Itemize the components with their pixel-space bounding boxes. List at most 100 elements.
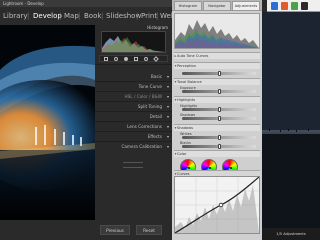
panel-divider bbox=[95, 64, 172, 65]
section-color[interactable]: ▾ Color bbox=[174, 150, 260, 157]
section-color-label: Color bbox=[177, 152, 187, 156]
chevron-down-icon: ▾ bbox=[174, 152, 177, 156]
panel-divider bbox=[95, 91, 172, 92]
section-tonal-balance[interactable]: ▾ Tonal Balance bbox=[174, 78, 260, 85]
panel-tone-curve[interactable]: Tone Curve bbox=[95, 83, 172, 90]
lr-bottom-bar: Previous Reset bbox=[0, 220, 172, 240]
status-bar: 1/5 Adjustments bbox=[262, 228, 320, 240]
grid-icon[interactable] bbox=[104, 57, 108, 61]
exposure-slider[interactable] bbox=[182, 89, 256, 94]
blacks-slider[interactable] bbox=[182, 144, 256, 149]
panel-divider bbox=[95, 81, 172, 82]
module-separator: | bbox=[27, 12, 30, 20]
photoshop-window: Histogram Navigator Adjustments ▸ Auto To… bbox=[172, 0, 320, 240]
develop-panel: Histogram Basic ▾ Tone Curve ▾ HSL / Col… bbox=[95, 25, 172, 220]
module-separator: | bbox=[136, 12, 139, 20]
module-separator: | bbox=[101, 12, 104, 20]
app-icon[interactable] bbox=[271, 2, 278, 10]
document-canvas[interactable] bbox=[262, 12, 320, 228]
slider-knob[interactable] bbox=[218, 135, 221, 140]
section-highlights[interactable]: ▾ Highlights bbox=[174, 96, 260, 103]
panel-lens-corrections[interactable]: Lens Corrections bbox=[95, 123, 172, 130]
module-print[interactable]: Print bbox=[141, 9, 157, 23]
section-auto-tone-curves-label: Auto Tone Curves bbox=[177, 54, 209, 58]
top-icon-bar bbox=[267, 0, 320, 12]
perception-slider[interactable] bbox=[182, 71, 256, 76]
module-separator: | bbox=[156, 12, 159, 20]
section-auto-tone-curves[interactable]: ▸ Auto Tone Curves bbox=[174, 52, 260, 59]
photo-canvas[interactable] bbox=[0, 25, 95, 220]
chevron-down-icon: ▾ bbox=[174, 98, 177, 102]
chevron-down-icon: ▾ bbox=[174, 80, 177, 84]
radial-filter-icon[interactable] bbox=[144, 57, 148, 61]
adjustment-brush-icon[interactable] bbox=[153, 56, 159, 62]
panel-end-ornament bbox=[123, 162, 143, 168]
tab-histogram[interactable]: Histogram bbox=[174, 1, 202, 10]
panel-divider bbox=[95, 131, 172, 132]
app-icon[interactable] bbox=[291, 2, 298, 10]
app-icon[interactable] bbox=[301, 2, 308, 10]
tool-strip bbox=[99, 55, 168, 62]
adjustments-sidebar: Histogram Navigator Adjustments ▸ Auto To… bbox=[172, 0, 262, 240]
tab-adjustments[interactable]: Adjustments bbox=[232, 1, 260, 10]
panel-hsl[interactable]: HSL / Color / B&W bbox=[95, 93, 172, 100]
color-wheel-marker[interactable] bbox=[188, 167, 190, 169]
chevron-down-icon: ▾ bbox=[166, 144, 169, 149]
slider-knob[interactable] bbox=[218, 71, 221, 76]
module-book[interactable]: Book bbox=[84, 9, 101, 23]
curves-plot bbox=[174, 176, 260, 234]
color-wheel-marker[interactable] bbox=[209, 167, 211, 169]
curves-graph[interactable] bbox=[174, 176, 260, 234]
slider-knob[interactable] bbox=[218, 116, 221, 121]
module-separator: | bbox=[78, 12, 81, 20]
window-title: Lightroom - Develop bbox=[0, 0, 172, 7]
app-icon[interactable] bbox=[281, 2, 288, 10]
photo-image bbox=[0, 25, 95, 220]
chevron-down-icon: ▾ bbox=[166, 74, 169, 79]
module-develop[interactable]: Develop bbox=[33, 9, 62, 23]
shadows-slider[interactable] bbox=[182, 116, 256, 121]
panel-divider bbox=[95, 111, 172, 112]
ps-histogram[interactable] bbox=[174, 13, 260, 49]
panel-split-toning[interactable]: Split Toning bbox=[95, 103, 172, 110]
red-eye-icon[interactable] bbox=[124, 57, 128, 61]
histogram-title: Histogram bbox=[147, 25, 168, 30]
section-highlights-label: Highlights bbox=[177, 98, 196, 102]
chevron-down-icon: ▾ bbox=[166, 134, 169, 139]
slider-knob[interactable] bbox=[218, 107, 221, 112]
chevron-down-icon: ▾ bbox=[166, 84, 169, 89]
canvas-image bbox=[262, 12, 320, 228]
panel-divider bbox=[95, 101, 172, 102]
reset-button[interactable]: Reset bbox=[136, 225, 162, 235]
previous-button[interactable]: Previous bbox=[100, 225, 130, 235]
module-web[interactable]: Web bbox=[160, 9, 172, 23]
module-map[interactable]: Map bbox=[64, 9, 79, 23]
lightroom-window: Lightroom - Develop Library | Develop | … bbox=[0, 0, 172, 240]
panel-effects[interactable]: Effects bbox=[95, 133, 172, 140]
panel-divider bbox=[95, 121, 172, 122]
tab-navigator[interactable]: Navigator bbox=[203, 1, 231, 10]
module-separator: | bbox=[59, 12, 62, 20]
panel-detail[interactable]: Detail bbox=[95, 113, 172, 120]
highlights-slider[interactable] bbox=[182, 107, 256, 112]
chevron-down-icon: ▾ bbox=[166, 104, 169, 109]
panel-basic[interactable]: Basic bbox=[95, 73, 172, 80]
lr-histogram[interactable] bbox=[101, 31, 166, 53]
chevron-down-icon: ▾ bbox=[174, 126, 177, 130]
spot-removal-icon[interactable] bbox=[114, 57, 118, 61]
ps-histogram-graph bbox=[175, 14, 259, 48]
section-perception[interactable]: ▾ Perception bbox=[174, 62, 260, 69]
chevron-down-icon: ▾ bbox=[166, 94, 169, 99]
chevron-down-icon: ▾ bbox=[166, 114, 169, 119]
whites-slider[interactable] bbox=[182, 135, 256, 140]
color-wheel-marker[interactable] bbox=[230, 167, 232, 169]
graduated-filter-icon[interactable] bbox=[134, 57, 138, 61]
slider-knob[interactable] bbox=[218, 144, 221, 149]
panel-camera-calibration[interactable]: Camera Calibration bbox=[95, 143, 172, 150]
section-shadows[interactable]: ▾ Shadows bbox=[174, 124, 260, 131]
module-library[interactable]: Library bbox=[3, 9, 27, 23]
chevron-down-icon: ▾ bbox=[174, 64, 177, 68]
slider-knob[interactable] bbox=[218, 89, 221, 94]
lr-histogram-graph bbox=[102, 36, 165, 52]
section-tonal-balance-label: Tonal Balance bbox=[177, 80, 202, 84]
